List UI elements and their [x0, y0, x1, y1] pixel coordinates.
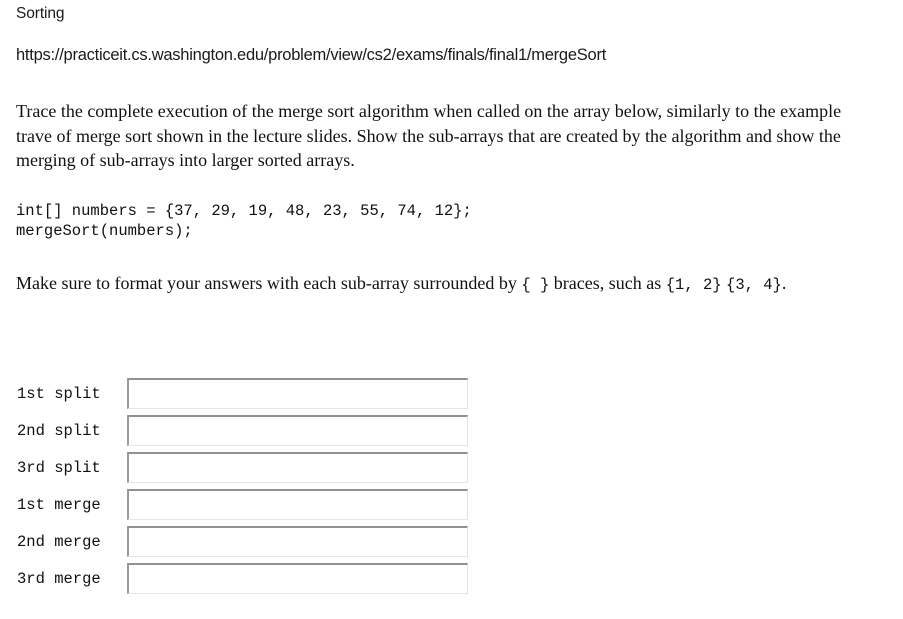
problem-url: https://practiceit.cs.washington.edu/pro…	[16, 46, 607, 64]
field-row-2nd-split: 2nd split	[0, 412, 903, 449]
answer-format-note: Make sure to format your answers with ea…	[16, 271, 878, 298]
format-note-part3: .	[781, 273, 787, 293]
input-3rd-split[interactable]	[127, 452, 468, 483]
field-label-1st-merge: 1st merge	[17, 495, 101, 514]
format-note-part2: braces, such as	[549, 273, 666, 293]
field-label-1st-split: 1st split	[17, 384, 101, 403]
field-label-2nd-split: 2nd split	[17, 421, 101, 440]
field-label-3rd-merge: 3rd merge	[17, 569, 101, 588]
field-row-1st-split: 1st split	[0, 375, 903, 412]
format-note-example-1: {1, 2}	[665, 276, 722, 294]
page-title: Sorting	[16, 5, 65, 22]
format-note-example-2: {3, 4}	[726, 276, 782, 294]
input-1st-merge[interactable]	[127, 489, 468, 520]
field-row-2nd-merge: 2nd merge	[0, 523, 903, 560]
problem-page: Sorting https://practiceit.cs.washington…	[0, 0, 903, 619]
field-label-2nd-merge: 2nd merge	[17, 532, 101, 551]
field-label-3rd-split: 3rd split	[17, 458, 101, 477]
problem-code-snippet: int[] numbers = {37, 29, 19, 48, 23, 55,…	[16, 202, 472, 240]
field-row-3rd-split: 3rd split	[0, 449, 903, 486]
problem-description: Trace the complete execution of the merg…	[16, 101, 842, 170]
format-note-braces: { }	[521, 276, 550, 294]
field-row-1st-merge: 1st merge	[0, 486, 903, 523]
field-row-3rd-merge: 3rd merge	[0, 560, 903, 597]
format-note-part1: Make sure to format your answers with ea…	[16, 273, 522, 293]
input-2nd-merge[interactable]	[127, 526, 468, 557]
input-2nd-split[interactable]	[127, 415, 468, 446]
answer-form: 1st split 2nd split 3rd split 1st merge …	[0, 375, 903, 597]
input-3rd-merge[interactable]	[127, 563, 468, 594]
input-1st-split[interactable]	[127, 378, 468, 409]
